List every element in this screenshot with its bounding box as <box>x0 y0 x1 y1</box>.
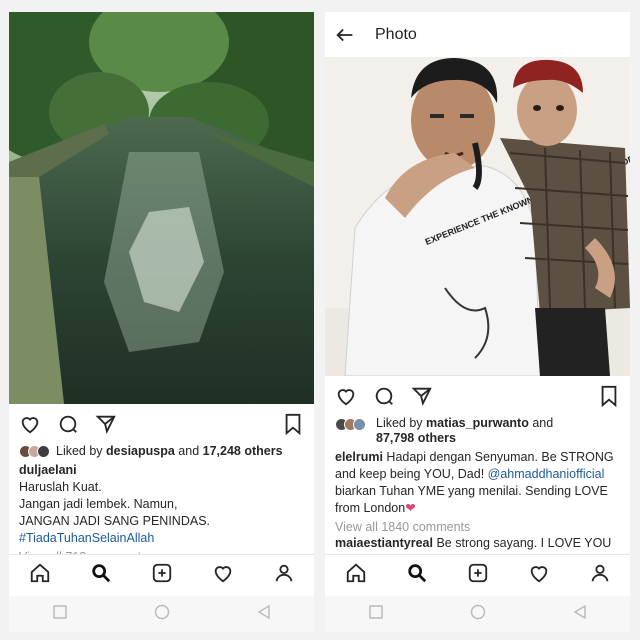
caption-username[interactable]: duljaelani <box>19 463 77 477</box>
caption-hashtag[interactable]: #TiadaTuhanSelainAllah <box>19 530 304 547</box>
avatar <box>37 445 50 458</box>
system-navigation-bar <box>9 596 314 632</box>
heart-icon[interactable] <box>212 562 234 589</box>
liker-avatars <box>335 418 366 431</box>
liked-by-user[interactable]: matias_purwanto <box>426 416 529 430</box>
system-navigation-bar <box>325 596 630 632</box>
caption-line: Haruslah Kuat. <box>19 480 102 494</box>
home-circle-icon[interactable] <box>154 604 170 625</box>
add-icon[interactable] <box>467 562 489 589</box>
profile-icon[interactable] <box>589 562 611 589</box>
likes-prefix: Liked by <box>56 444 107 458</box>
top-app-bar: Photo <box>325 12 630 58</box>
heart-icon[interactable] <box>17 411 43 437</box>
likes-and: and <box>174 444 203 458</box>
back-triangle-icon[interactable] <box>573 604 587 624</box>
home-icon[interactable] <box>29 562 51 589</box>
likes-summary[interactable]: Liked by desiapuspa and 17,248 others <box>9 444 314 459</box>
likes-count[interactable]: 17,248 others <box>203 444 283 458</box>
post-photo-father-son[interactable]: EXPERIENCE THE KNOWN CHEAT THE ANGELS OF… <box>325 58 630 376</box>
heart-icon[interactable] <box>333 383 359 409</box>
right-post-screen: Photo EXPERIENCE THE KNOWN CHEAT THE ANG… <box>325 12 630 632</box>
send-icon[interactable] <box>93 411 119 437</box>
recents-icon[interactable] <box>52 604 67 624</box>
bookmark-icon[interactable] <box>280 411 306 437</box>
caption-line: JANGAN JADI SANG PENINDAS. <box>19 514 211 528</box>
caption-text: biarkan Tuhan YME yang menilai. Sending … <box>335 484 608 515</box>
liker-avatars <box>19 445 50 458</box>
bottom-navigation <box>325 554 630 596</box>
post-photo-canal[interactable] <box>9 12 314 404</box>
caption-mention[interactable]: @ahmaddhaniofficial <box>488 467 605 481</box>
search-icon[interactable] <box>406 562 428 589</box>
home-circle-icon[interactable] <box>470 604 486 625</box>
comment-icon[interactable] <box>371 383 397 409</box>
likes-count[interactable]: 87,798 others <box>376 431 456 445</box>
post-caption: elelrumi Hadapi dengan Senyuman. Be STRO… <box>325 446 630 517</box>
likes-and: and <box>528 416 554 430</box>
likes-prefix: Liked by <box>376 416 427 430</box>
recents-icon[interactable] <box>368 604 383 624</box>
bottom-navigation <box>9 554 314 596</box>
heart-emoji-icon: ❤ <box>405 501 416 515</box>
caption-username[interactable]: elelrumi <box>335 450 383 464</box>
post-actions-bar <box>9 404 314 444</box>
post-caption: duljaelani Haruslah Kuat. Jangan jadi le… <box>9 459 314 547</box>
comment-username[interactable]: maiaestiantyreal <box>335 536 433 550</box>
profile-icon[interactable] <box>273 562 295 589</box>
caption-line: Jangan jadi lembek. Namun, <box>19 497 178 511</box>
avatar <box>353 418 366 431</box>
home-icon[interactable] <box>345 562 367 589</box>
add-icon[interactable] <box>151 562 173 589</box>
search-icon[interactable] <box>90 562 112 589</box>
comment-text: Be strong sayang. I LOVE YOU <box>432 536 612 550</box>
arrow-left-icon[interactable] <box>331 21 359 49</box>
post-actions-bar <box>325 376 630 416</box>
likes-summary[interactable]: Liked by matias_purwanto and 87,798 othe… <box>325 416 630 446</box>
liked-by-user[interactable]: desiapuspa <box>106 444 175 458</box>
heart-icon[interactable] <box>528 562 550 589</box>
comment-icon[interactable] <box>55 411 81 437</box>
back-triangle-icon[interactable] <box>257 604 271 624</box>
page-title: Photo <box>375 25 417 43</box>
send-icon[interactable] <box>409 383 435 409</box>
bookmark-icon[interactable] <box>596 383 622 409</box>
left-post-screen: Liked by desiapuspa and 17,248 others du… <box>9 12 314 632</box>
comment-row: maiaestiantyreal Be strong sayang. I LOV… <box>325 534 630 551</box>
view-all-comments-link[interactable]: View all 1840 comments <box>325 517 630 534</box>
